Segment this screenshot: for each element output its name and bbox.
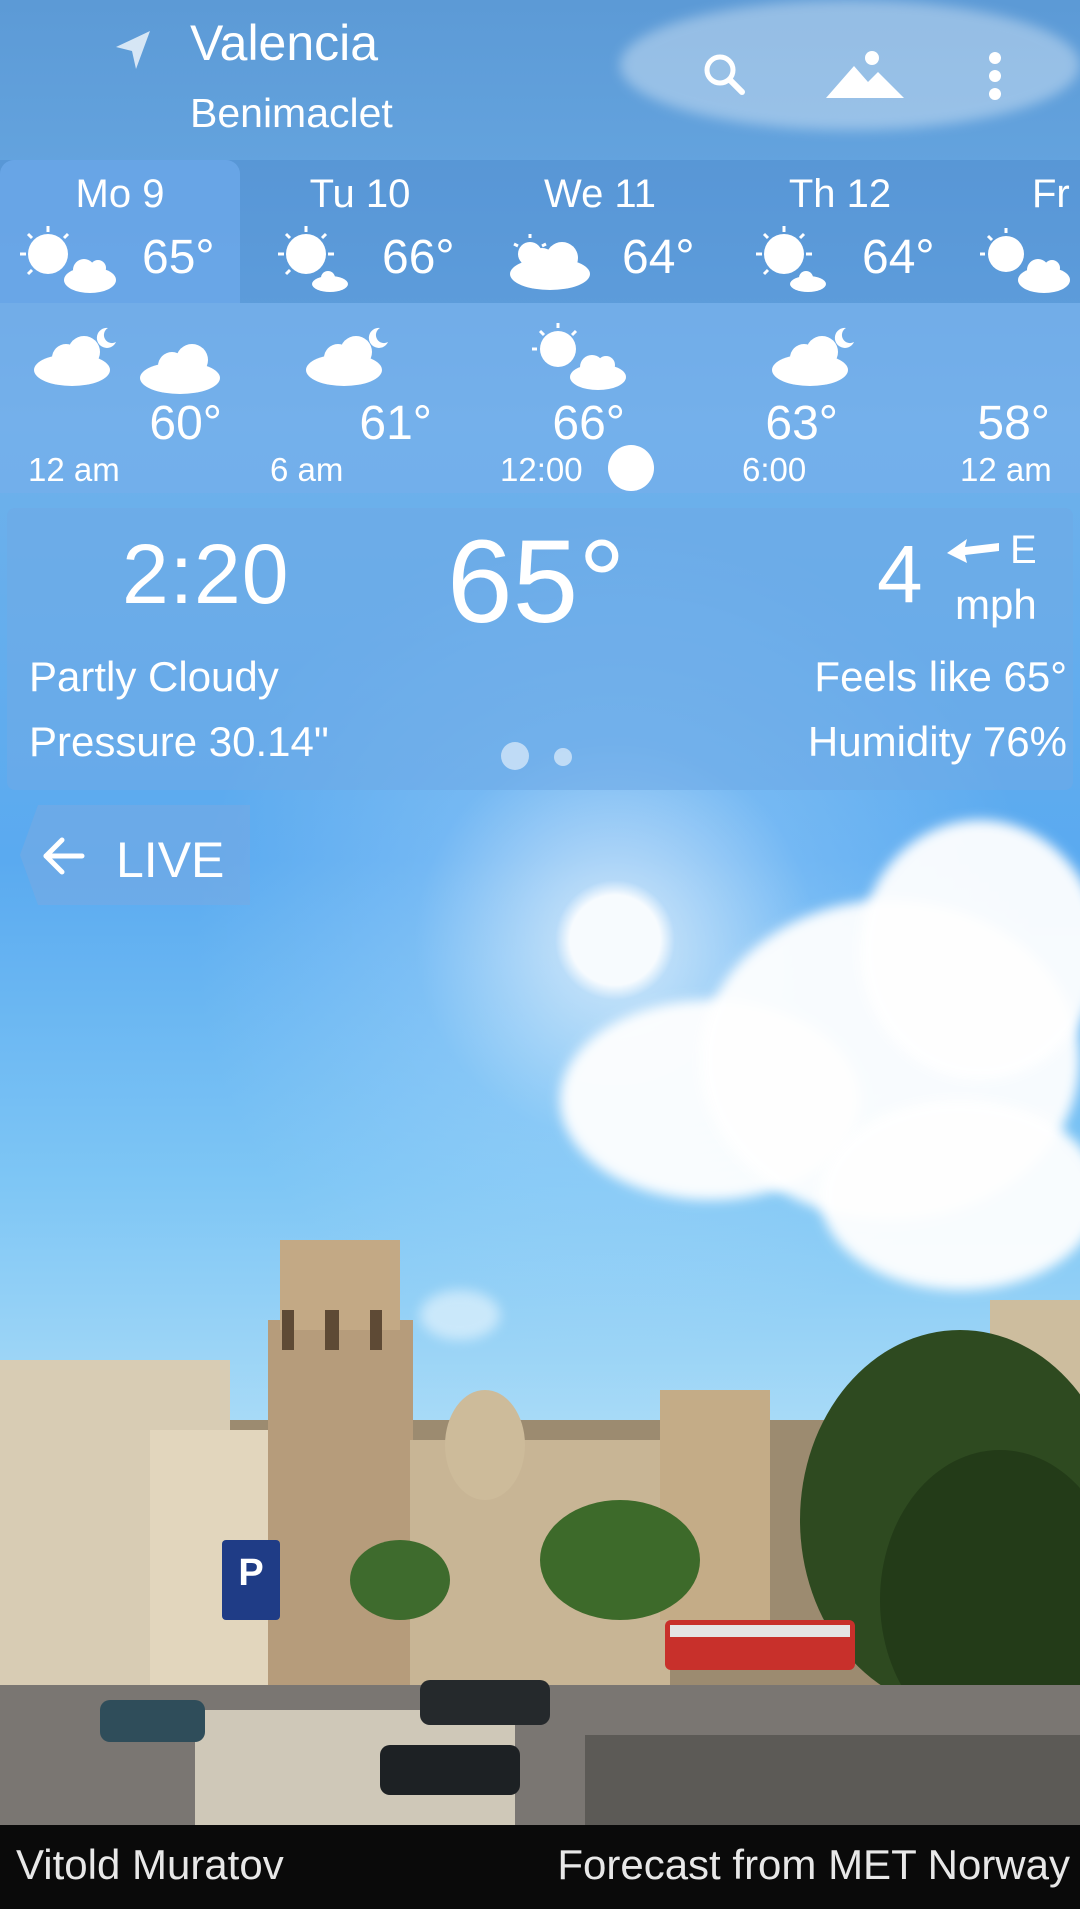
day-label: Th 12 xyxy=(788,172,892,216)
city-name[interactable]: Valencia xyxy=(190,14,378,72)
hour-temp: 63° xyxy=(765,397,838,450)
day-temp: 65° xyxy=(142,231,215,284)
mostly-cloudy-sun-icon xyxy=(510,234,590,290)
cloud-icon xyxy=(140,344,220,394)
wind-direction: E xyxy=(1010,528,1037,572)
sunny-with-small-cloud-icon xyxy=(756,226,826,292)
day-label: Fr xyxy=(1032,172,1070,216)
search-icon[interactable] xyxy=(690,40,760,110)
page-indicator-dot-active[interactable] xyxy=(501,742,529,770)
photo-credit-bar: Vitold Muratov Forecast from MET Norway xyxy=(0,1825,1080,1909)
hour-time: 6:00 xyxy=(742,451,807,488)
feels-like-text: Feels like 65° xyxy=(814,653,1067,700)
hourly-forecast[interactable]: 60° 61° 66° 63° 58° 12 am 6 am 12:00 6:0… xyxy=(0,303,1080,493)
wind-unit: mph xyxy=(955,581,1037,628)
location-arrow-icon[interactable] xyxy=(108,25,158,75)
hour-temp: 61° xyxy=(359,397,432,450)
partly-cloudy-icon xyxy=(20,226,116,293)
live-label: LIVE xyxy=(116,832,225,888)
day-label: Tu 10 xyxy=(309,172,411,216)
arrow-back-icon xyxy=(43,837,85,875)
day-temp: 66° xyxy=(382,231,455,284)
pressure-text: Pressure 30.14" xyxy=(29,718,329,765)
svg-text:P: P xyxy=(238,1552,263,1594)
day-label: We 11 xyxy=(544,172,656,216)
current-temperature: 65° xyxy=(447,516,626,648)
city-photo: P xyxy=(0,1240,1080,1825)
condition-text: Partly Cloudy xyxy=(29,653,279,700)
hour-temp: 60° xyxy=(149,397,222,450)
photo-credit[interactable]: Vitold Muratov xyxy=(16,1841,284,1889)
day-mo-9[interactable]: Mo 9 65° xyxy=(0,160,240,303)
app-header: Valencia Benimaclet xyxy=(0,0,1080,160)
hour-temp: 58° xyxy=(977,397,1050,450)
hour-time: 6 am xyxy=(270,451,344,488)
day-th-12[interactable]: Th 12 64° xyxy=(720,160,960,303)
day-we-11[interactable]: We 11 64° xyxy=(480,160,720,303)
wind-direction-arrow-icon xyxy=(947,539,999,563)
cloudy-night-icon xyxy=(772,327,854,386)
sun-position-marker xyxy=(608,445,654,491)
partly-cloudy-icon xyxy=(532,323,626,390)
landscape-icon[interactable] xyxy=(820,40,910,110)
wind-speed: 4 xyxy=(877,529,923,620)
partly-cloudy-icon xyxy=(980,228,1070,293)
daily-forecast: Mo 9 65° Tu 10 66° We 11 64° Th 12 64° F… xyxy=(0,160,1080,303)
car xyxy=(420,1680,550,1725)
hour-time: 12 am xyxy=(960,451,1052,488)
live-button[interactable]: LIVE xyxy=(20,805,250,905)
sunny-with-small-cloud-icon xyxy=(278,226,348,292)
cloudy-night-icon xyxy=(34,327,116,386)
humidity-text: Humidity 76% xyxy=(807,718,1067,765)
day-tu-10[interactable]: Tu 10 66° xyxy=(240,160,480,303)
day-label: Mo 9 xyxy=(75,172,165,216)
day-temp: 64° xyxy=(622,231,695,284)
hour-temp: 66° xyxy=(552,397,625,450)
miguelete-tower xyxy=(268,1240,413,1730)
local-time: 2:20 xyxy=(122,527,290,621)
day-temp: 64° xyxy=(862,231,935,284)
suburb-name[interactable]: Benimaclet xyxy=(190,90,393,137)
current-conditions-panel[interactable]: 2:20 65° 4 E mph Partly Cloudy Pressure … xyxy=(7,508,1073,790)
more-vert-icon[interactable] xyxy=(975,40,1015,110)
cloudy-night-icon xyxy=(306,327,388,386)
day-fr[interactable]: Fr xyxy=(960,160,1080,303)
page-indicator-dot[interactable] xyxy=(554,748,572,766)
hour-time: 12:00 xyxy=(500,451,583,488)
hour-time: 12 am xyxy=(28,451,120,488)
forecast-source[interactable]: Forecast from MET Norway xyxy=(557,1841,1070,1889)
